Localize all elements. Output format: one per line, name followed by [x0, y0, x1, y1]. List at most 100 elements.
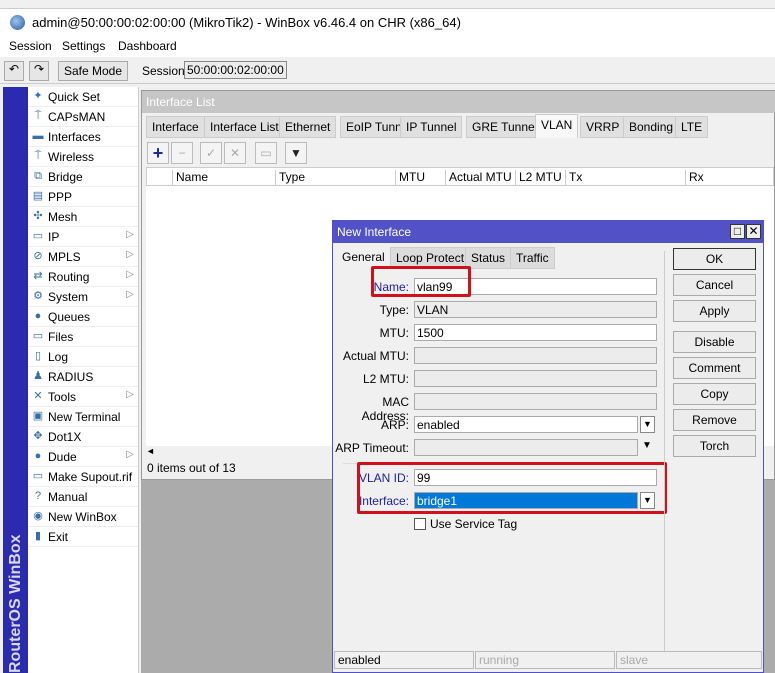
- sidebar-item-interfaces[interactable]: ▬ Interfaces: [28, 127, 138, 147]
- tab-ip-tunnel[interactable]: IP Tunnel: [400, 116, 463, 138]
- dot1x-icon: ✥: [33, 430, 43, 442]
- tab-traffic[interactable]: Traffic: [510, 247, 555, 269]
- separator: [664, 251, 665, 651]
- table-header: Name Type MTU Actual MTU L2 MTU Tx Rx: [146, 167, 774, 186]
- enable-icon[interactable]: ✓: [200, 142, 222, 164]
- col-rx[interactable]: Rx: [685, 170, 775, 185]
- cancel-button[interactable]: Cancel: [673, 274, 756, 296]
- tools-icon: ✕: [33, 390, 43, 402]
- brand-text: RouterOS WinBox: [7, 534, 24, 673]
- sidebar-item-dot1x[interactable]: ✥ Dot1X: [28, 427, 138, 447]
- window-title: admin@50:00:00:02:00:00 (MikroTik2) - Wi…: [32, 15, 461, 30]
- tab-lte[interactable]: LTE: [675, 116, 709, 138]
- sidebar-item-mpls[interactable]: ⊘ MPLS ▷: [28, 247, 138, 267]
- sidebar-item-label: Exit: [48, 530, 69, 544]
- col-l2-mtu[interactable]: L2 MTU: [515, 170, 565, 185]
- sidebar-item-system[interactable]: ⚙ System ▷: [28, 287, 138, 307]
- col-actual-mtu[interactable]: Actual MTU: [445, 170, 515, 185]
- sidebar-item-ip[interactable]: ▭ IP ▷: [28, 227, 138, 247]
- disable-button[interactable]: Disable: [673, 331, 756, 353]
- routing-icon: ⇄: [33, 270, 43, 282]
- sidebar-item-ppp[interactable]: ▤ PPP: [28, 187, 138, 207]
- winbox-icon: ◉: [33, 510, 43, 522]
- sidebar: ✦ Quick Set ⍑ CAPsMAN ▬ Interfaces ⍑ Wireless ⧉ B…: [28, 87, 139, 673]
- sidebar-item-routing[interactable]: ⇄ Routing ▷: [28, 267, 138, 287]
- undo-button[interactable]: ↶: [4, 61, 24, 81]
- ok-button[interactable]: OK: [673, 248, 756, 270]
- dialog-title: New Interface: [333, 221, 763, 243]
- remove-button[interactable]: Remove: [673, 409, 756, 431]
- sidebar-item-label: IP: [48, 230, 60, 244]
- apply-button[interactable]: Apply: [673, 300, 756, 322]
- service-tag-checkbox[interactable]: [414, 518, 426, 530]
- redo-button[interactable]: ↷: [29, 61, 49, 81]
- session-field: 50:00:00:02:00:00: [184, 61, 287, 79]
- submenu-arrow-icon: ▷: [126, 449, 134, 460]
- arp-select[interactable]: enabled: [414, 416, 638, 433]
- sidebar-item-radius[interactable]: ♟ RADIUS: [28, 367, 138, 387]
- sidebar-item-exit[interactable]: ▮ Exit: [28, 527, 138, 547]
- submenu-arrow-icon: ▷: [126, 269, 134, 280]
- sidebar-item-tools[interactable]: ✕ Tools ▷: [28, 387, 138, 407]
- antenna-icon: ⍑: [34, 110, 42, 122]
- tab-interface-list[interactable]: Interface List: [204, 116, 285, 138]
- menu-settings[interactable]: Settings: [62, 39, 105, 53]
- add-icon[interactable]: +: [147, 142, 169, 164]
- col-mtu[interactable]: MTU: [395, 170, 445, 185]
- tab-ethernet[interactable]: Ethernet: [279, 116, 337, 138]
- disable-icon[interactable]: ✕: [224, 142, 246, 164]
- safe-mode-button[interactable]: Safe Mode: [58, 61, 128, 81]
- col-type[interactable]: Type: [275, 170, 395, 185]
- comment-button[interactable]: Comment: [673, 357, 756, 379]
- sidebar-item-log[interactable]: ▯ Log: [28, 347, 138, 367]
- sidebar-item-new-winbox[interactable]: ◉ New WinBox: [28, 507, 138, 527]
- sidebar-item-wireless[interactable]: ⍑ Wireless: [28, 147, 138, 167]
- toolbar: ↶ ↷ Safe Mode Session: 50:00:00:02:00:00: [0, 58, 775, 84]
- sidebar-item-label: Wireless: [48, 150, 95, 164]
- mpls-icon: ⊘: [33, 250, 43, 262]
- col-tx[interactable]: Tx: [565, 170, 685, 185]
- sidebar-item-label: Routing: [48, 270, 90, 284]
- tab-vrrp[interactable]: VRRP: [580, 116, 626, 138]
- menu-session[interactable]: Session: [9, 39, 52, 53]
- mtu-input[interactable]: 1500: [414, 324, 657, 341]
- sidebar-item-manual[interactable]: ? Manual: [28, 487, 138, 507]
- sidebar-item-make-supout-rif[interactable]: ▭ Make Supout.rif: [28, 467, 138, 487]
- filter-icon[interactable]: ▼: [285, 142, 307, 164]
- sidebar-item-files[interactable]: ▭ Files: [28, 327, 138, 347]
- sidebar-item-label: Dude: [48, 450, 77, 464]
- arp-timeout-expand-icon[interactable]: ▼: [642, 440, 652, 451]
- dude-icon: ●: [34, 450, 42, 462]
- sidebar-item-bridge[interactable]: ⧉ Bridge: [28, 167, 138, 187]
- arp-dropdown-icon[interactable]: ▼: [640, 416, 655, 433]
- exit-icon: ▮: [34, 530, 42, 542]
- winbox-logo-icon: [10, 15, 25, 30]
- mtu-label: MTU:: [379, 326, 409, 340]
- maximize-icon[interactable]: □: [730, 224, 745, 239]
- actual-mtu-label: Actual MTU:: [342, 349, 409, 363]
- remove-icon[interactable]: −: [171, 142, 193, 164]
- sidebar-item-queues[interactable]: ● Queues: [28, 307, 138, 327]
- torch-button[interactable]: Torch: [673, 435, 756, 457]
- tab-bonding[interactable]: Bonding: [623, 116, 680, 138]
- tab-gre-tunnel[interactable]: GRE Tunnel: [466, 116, 544, 138]
- comment-icon[interactable]: ▭: [255, 142, 277, 164]
- sidebar-item-new-terminal[interactable]: ▣ New Terminal: [28, 407, 138, 427]
- sidebar-item-mesh[interactable]: ✣ Mesh: [28, 207, 138, 227]
- sidebar-item-capsman[interactable]: ⍑ CAPsMAN: [28, 107, 138, 127]
- tab-vlan[interactable]: VLAN: [535, 114, 579, 138]
- tab-status[interactable]: Status: [465, 247, 512, 269]
- interface-list-title: Interface List: [142, 91, 775, 113]
- system-icon: ⚙: [33, 290, 43, 302]
- col-name[interactable]: Name: [172, 170, 275, 185]
- mac-field: [414, 393, 657, 410]
- sidebar-item-label: Manual: [48, 490, 88, 504]
- menu-dashboard[interactable]: Dashboard: [118, 39, 177, 53]
- new-interface-dialog: New Interface □ ✕ General Loop Protect S…: [332, 220, 764, 673]
- tab-interface[interactable]: Interface: [146, 116, 205, 138]
- close-icon[interactable]: ✕: [746, 224, 761, 239]
- arp-timeout-input[interactable]: [414, 439, 638, 456]
- sidebar-item-dude[interactable]: ● Dude ▷: [28, 447, 138, 467]
- sidebar-item-quick-set[interactable]: ✦ Quick Set: [28, 87, 138, 107]
- copy-button[interactable]: Copy: [673, 383, 756, 405]
